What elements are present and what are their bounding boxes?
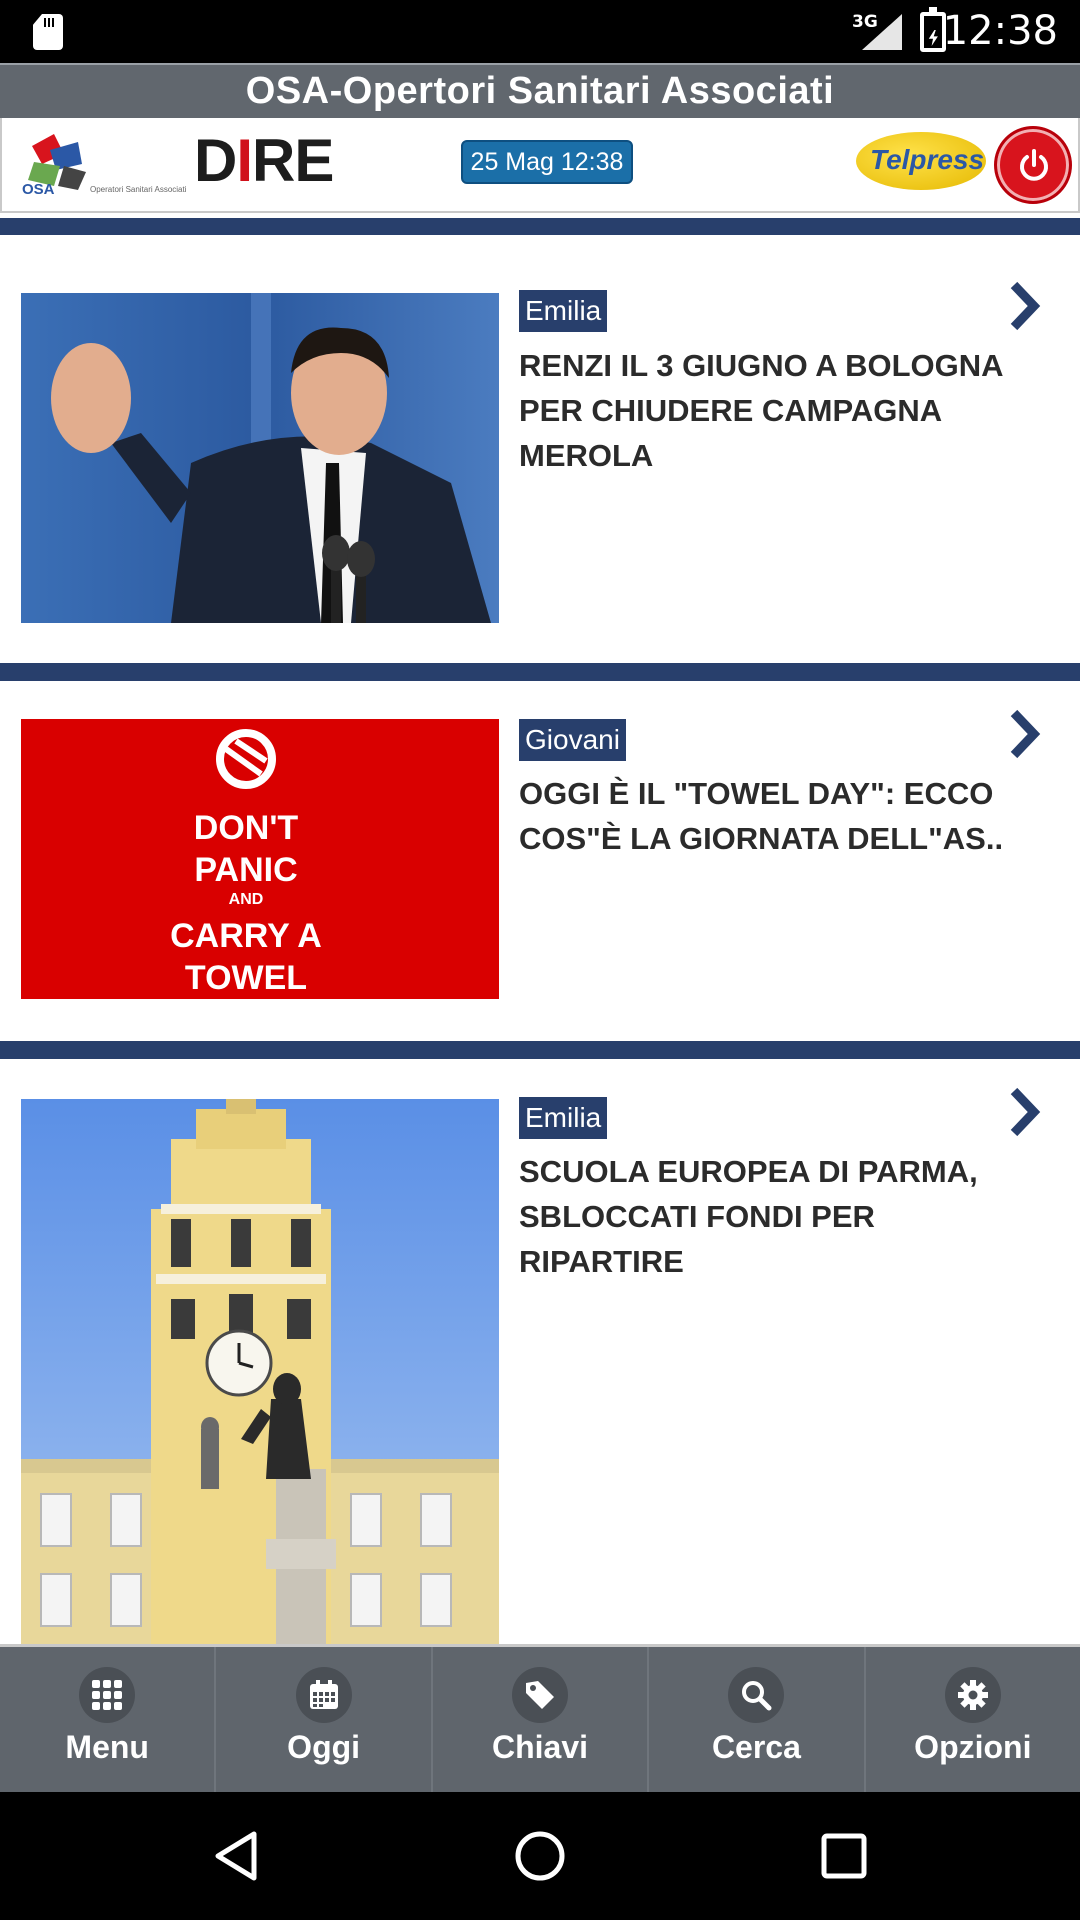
article-image <box>21 1099 499 1644</box>
article-headline[interactable]: OGGI È IL "TOWEL DAY": ECCO COS"È LA GIO… <box>519 771 1039 861</box>
poster-line-4: CARRY A <box>170 917 322 955</box>
osa-logo: OSA Operatori Sanitari Associati <box>20 132 195 198</box>
nav-label: Chiavi <box>492 1729 589 1765</box>
status-bar: 3G 12:38 <box>0 0 1080 63</box>
nav-label: Cerca <box>711 1729 801 1765</box>
search-icon <box>728 1667 785 1723</box>
osa-logo-subtext: Operatori Sanitari Associati <box>90 185 187 194</box>
recents-icon[interactable] <box>814 1826 874 1886</box>
app-title-bar: OSA-Opertori Sanitari Associati <box>0 63 1080 118</box>
system-nav-bar <box>0 1792 1080 1920</box>
poster-line-1: DON'T <box>194 809 299 847</box>
news-card[interactable]: Emilia SCUOLA EUROPEA DI PARMA, SBLOCCAT… <box>0 1059 1080 1644</box>
poster-line-2: PANIC <box>194 851 297 889</box>
telpress-logo-text: Telpress <box>870 144 985 175</box>
bottom-nav: Menu Oggi Chiavi Cerca Opzioni <box>0 1644 1080 1792</box>
nav-label: Oggi <box>287 1729 361 1765</box>
nav-item-oggi[interactable]: Oggi <box>216 1647 433 1792</box>
news-card[interactable]: Emilia RENZI IL 3 GIUGNO A BOLOGNA PER C… <box>0 235 1080 663</box>
article-image: DON'T PANIC AND CARRY A TOWEL <box>21 719 499 999</box>
news-feed[interactable]: Emilia RENZI IL 3 GIUGNO A BOLOGNA PER C… <box>0 218 1080 1644</box>
telpress-logo[interactable]: Telpress <box>856 132 986 190</box>
poster-line-3: AND <box>229 891 264 908</box>
osa-logo-text: OSA <box>22 181 55 198</box>
logo-bar: OSA Operatori Sanitari Associati DIRE 25… <box>0 118 1080 213</box>
nav-item-opzioni[interactable]: Opzioni <box>866 1647 1080 1792</box>
nav-label: Opzioni <box>914 1729 1032 1765</box>
nav-item-menu[interactable]: Menu <box>0 1647 217 1792</box>
dire-logo: DIRE <box>194 126 334 195</box>
article-tag: Giovani <box>519 719 626 761</box>
grid-icon <box>79 1667 136 1723</box>
feed-divider <box>0 1041 1080 1059</box>
feed-divider <box>0 663 1080 681</box>
home-icon[interactable] <box>510 1826 570 1886</box>
article-headline[interactable]: SCUOLA EUROPEA DI PARMA, SBLOCCATI FONDI… <box>519 1149 1039 1284</box>
nav-item-cerca[interactable]: Cerca <box>649 1647 866 1792</box>
nav-label: Menu <box>65 1729 149 1765</box>
power-icon <box>1020 149 1048 181</box>
chevron-right-icon[interactable] <box>1006 1085 1042 1139</box>
power-button[interactable] <box>994 126 1072 204</box>
tag-icon <box>512 1667 569 1723</box>
calendar-icon <box>295 1667 352 1723</box>
network-type-label: 3G <box>852 12 878 32</box>
feed-divider <box>0 218 1080 235</box>
chevron-right-icon[interactable] <box>1006 707 1042 761</box>
sd-card-icon <box>33 14 63 50</box>
date-badge: 25 Mag 12:38 <box>461 140 633 184</box>
nav-item-chiavi[interactable]: Chiavi <box>433 1647 650 1792</box>
dire-logo-accent: I <box>236 127 253 194</box>
back-icon[interactable] <box>206 1826 266 1886</box>
poster-line-5: TOWEL <box>185 959 307 997</box>
dire-logo-text: DIRE <box>194 127 334 194</box>
chevron-right-icon[interactable] <box>1006 279 1042 333</box>
article-tag: Emilia <box>519 290 608 332</box>
article-image <box>21 293 499 623</box>
news-card[interactable]: DON'T PANIC AND CARRY A TOWEL Giovani OG… <box>0 681 1080 1041</box>
gear-icon <box>944 1667 1001 1723</box>
status-clock: 12:38 <box>942 8 1058 54</box>
app-title: OSA-Opertori Sanitari Associati <box>245 70 835 112</box>
article-headline[interactable]: RENZI IL 3 GIUGNO A BOLOGNA PER CHIUDERE… <box>519 343 1039 478</box>
article-tag: Emilia <box>519 1097 608 1139</box>
